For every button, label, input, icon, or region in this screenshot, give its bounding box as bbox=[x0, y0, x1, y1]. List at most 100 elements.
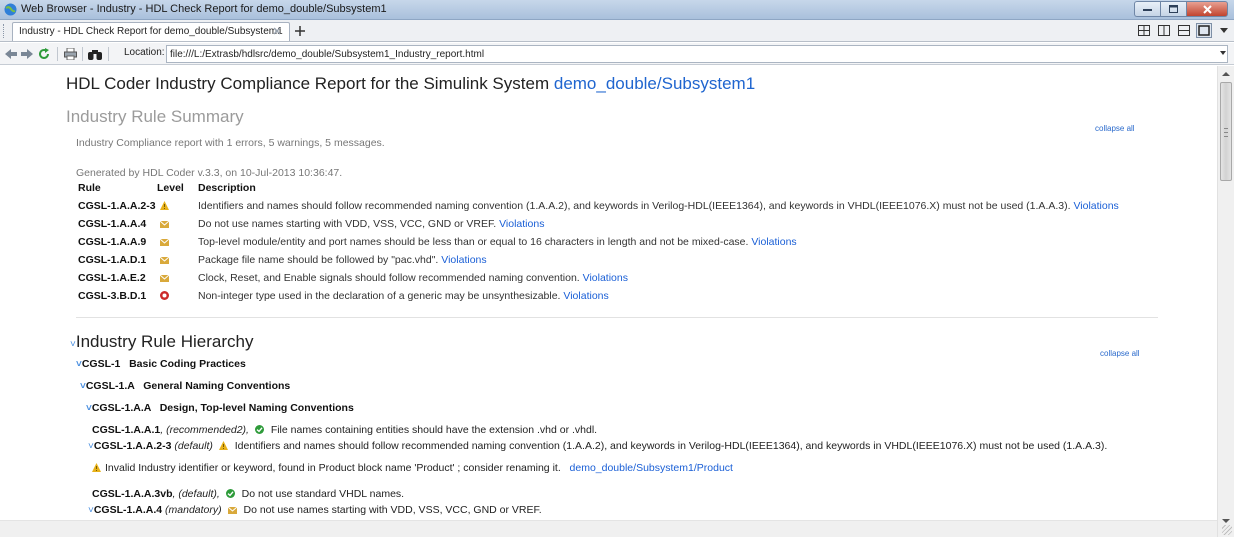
violations-link[interactable]: Violations bbox=[441, 254, 486, 266]
location-dropdown-icon[interactable] bbox=[1220, 51, 1226, 55]
toolbar-separator bbox=[82, 47, 83, 61]
product-block-link[interactable]: demo_double/Subsystem1/Product bbox=[570, 462, 733, 474]
report-content: HDL Coder Industry Compliance Report for… bbox=[0, 66, 1217, 537]
collapse-all-link[interactable]: collapse all bbox=[1095, 124, 1135, 133]
check-icon bbox=[225, 489, 235, 498]
scrollbar-thumb[interactable] bbox=[1220, 82, 1232, 181]
layout-buttons bbox=[1136, 23, 1212, 38]
resize-grip-icon[interactable] bbox=[1222, 525, 1232, 535]
tree-leaf-cgsl-1aa1: CGSL-1.A.A.1, (recommended2), File names… bbox=[92, 424, 598, 436]
generated-text: Generated by HDL Coder v.3.3, on 10-Jul-… bbox=[76, 167, 343, 179]
tree-node-cgsl-1aa[interactable]: ˅CGSL-1.A.A Design, Top-level Naming Con… bbox=[86, 402, 354, 414]
tree-leaf-cgsl-1aa3vb: CGSL-1.A.A.3vb, (default), Do not use st… bbox=[92, 488, 405, 500]
table-row: CGSL-1.A.A.4 Do not use names starting w… bbox=[0, 218, 1210, 232]
maximize-button[interactable] bbox=[1160, 1, 1186, 17]
refresh-button[interactable] bbox=[36, 46, 52, 62]
forward-button[interactable] bbox=[19, 46, 35, 62]
rule-id: CGSL-1.A.A.2-3 bbox=[78, 200, 156, 212]
tab-report[interactable]: Industry - HDL Check Report for demo_dou… bbox=[12, 22, 290, 41]
back-button[interactable] bbox=[3, 46, 19, 62]
location-input[interactable] bbox=[166, 45, 1228, 63]
violations-link[interactable]: Violations bbox=[751, 236, 796, 248]
rule-description: Package file name should be followed by … bbox=[198, 254, 487, 266]
scroll-up-icon[interactable] bbox=[1222, 72, 1230, 76]
plus-icon bbox=[295, 26, 305, 36]
summary-text: Industry Compliance report with 1 errors… bbox=[76, 137, 385, 149]
close-button[interactable] bbox=[1186, 1, 1228, 17]
tree-leaf-cgsl-1aa4: ˅CGSL-1.A.A.4 (mandatory) Do not use nam… bbox=[88, 504, 542, 516]
warning-icon bbox=[92, 463, 101, 472]
single-view-button[interactable] bbox=[1196, 23, 1212, 38]
level-column-header: Level bbox=[157, 182, 184, 194]
table-row: CGSL-1.A.A.2-3 Identifiers and names sho… bbox=[0, 200, 1210, 214]
scroll-down-icon[interactable] bbox=[1222, 519, 1230, 523]
rule-column-header: Rule bbox=[78, 182, 101, 194]
grid-icon bbox=[1138, 25, 1150, 36]
warning-icon bbox=[160, 201, 169, 210]
window-controls bbox=[1134, 1, 1228, 18]
page-title-text: HDL Coder Industry Compliance Report for… bbox=[66, 74, 550, 93]
description-column-header: Description bbox=[198, 182, 256, 194]
check-icon bbox=[254, 425, 264, 434]
globe-icon bbox=[4, 3, 17, 16]
columns-icon bbox=[1158, 25, 1170, 36]
binoculars-icon bbox=[88, 49, 102, 60]
rule-summary-heading: Industry Rule Summary bbox=[66, 107, 244, 126]
rule-description: Non-integer type used in the declaration… bbox=[198, 290, 609, 302]
rule-id: CGSL-1.A.E.2 bbox=[78, 272, 146, 284]
tab-menu-button[interactable] bbox=[1218, 24, 1230, 38]
printer-icon bbox=[63, 48, 77, 60]
tree-node-cgsl-1[interactable]: ˅CGSL-1 Basic Coding Practices bbox=[76, 358, 246, 370]
tree-node-cgsl-1a[interactable]: ˅CGSL-1.A General Naming Conventions bbox=[80, 380, 290, 392]
tab-grip[interactable] bbox=[3, 24, 8, 38]
tile-grid-button[interactable] bbox=[1136, 23, 1152, 38]
toolbar-separator bbox=[108, 47, 109, 61]
single-pane-icon bbox=[1198, 25, 1210, 36]
new-tab-button[interactable] bbox=[292, 23, 308, 39]
rule-description: Top-level module/entity and port names s… bbox=[198, 236, 797, 248]
table-row: CGSL-1.A.A.9 Top-level module/entity and… bbox=[0, 236, 1210, 250]
tab-label: Industry - HDL Check Report for demo_dou… bbox=[19, 26, 283, 37]
system-link[interactable]: demo_double/Subsystem1 bbox=[554, 74, 755, 93]
refresh-icon bbox=[39, 48, 49, 59]
minimize-icon bbox=[1143, 9, 1152, 11]
print-button[interactable] bbox=[62, 46, 78, 62]
violation-detail: Invalid Industry identifier or keyword, … bbox=[92, 462, 733, 474]
maximize-icon bbox=[1169, 5, 1178, 13]
tile-horizontal-button[interactable] bbox=[1176, 23, 1192, 38]
rule-id: CGSL-1.A.A.9 bbox=[78, 236, 147, 248]
chevron-down-icon bbox=[1220, 28, 1228, 33]
rule-description: Do not use names starting with VDD, VSS,… bbox=[198, 218, 545, 230]
violations-link[interactable]: Violations bbox=[1073, 200, 1118, 212]
rule-id: CGSL-3.B.D.1 bbox=[78, 290, 147, 302]
forward-arrow-icon bbox=[21, 49, 33, 59]
rule-hierarchy-heading: ˅Industry Rule Hierarchy bbox=[70, 332, 254, 351]
message-icon bbox=[160, 274, 169, 282]
back-arrow-icon bbox=[5, 49, 17, 59]
window-title: Web Browser - Industry - HDL Check Repor… bbox=[21, 3, 387, 15]
warning-icon bbox=[218, 441, 228, 450]
collapse-all-link-2[interactable]: collapse all bbox=[1100, 349, 1140, 358]
rule-id: CGSL-1.A.D.1 bbox=[78, 254, 147, 266]
toolbar-separator bbox=[57, 47, 58, 61]
minimize-button[interactable] bbox=[1134, 1, 1160, 17]
violations-link[interactable]: Violations bbox=[563, 290, 608, 302]
location-label: Location: bbox=[124, 47, 165, 58]
tree-leaf-cgsl-1aa2-3: ˅CGSL-1.A.A.2-3 (default) Identifiers an… bbox=[88, 440, 1108, 452]
table-row: CGSL-3.B.D.1 Non-integer type used in th… bbox=[0, 290, 1210, 304]
find-button[interactable] bbox=[87, 46, 103, 62]
table-row: CGSL-1.A.D.1 Package file name should be… bbox=[0, 254, 1210, 268]
vertical-scrollbar[interactable] bbox=[1217, 66, 1234, 537]
message-icon bbox=[160, 256, 169, 264]
message-icon bbox=[160, 238, 169, 246]
message-icon bbox=[160, 220, 169, 228]
violations-link[interactable]: Violations bbox=[583, 272, 628, 284]
grip-icon bbox=[1224, 128, 1228, 137]
close-tab-icon[interactable] bbox=[271, 25, 283, 37]
message-icon bbox=[227, 506, 237, 514]
horizontal-scroll-area bbox=[0, 520, 1217, 537]
window-title-bar[interactable]: Web Browser - Industry - HDL Check Repor… bbox=[0, 0, 1234, 20]
tile-vertical-button[interactable] bbox=[1156, 23, 1172, 38]
violations-link[interactable]: Violations bbox=[499, 218, 544, 230]
page-title: HDL Coder Industry Compliance Report for… bbox=[66, 74, 755, 94]
